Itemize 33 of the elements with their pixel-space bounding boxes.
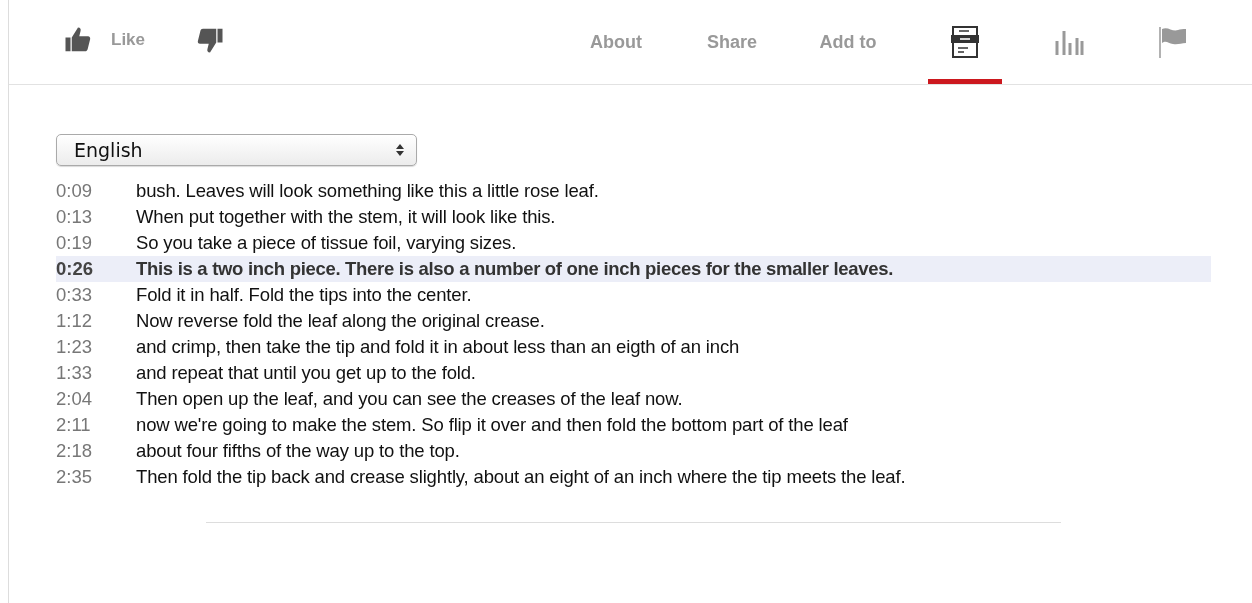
- caption-text: Now reverse fold the leaf along the original crease.: [136, 310, 545, 332]
- caption-text: When put together with the stem, it will look like this.: [136, 206, 556, 228]
- tab[interactable]: Share: [682, 0, 782, 84]
- timestamp-link[interactable]: 1:33: [56, 362, 136, 384]
- tab[interactable]: About: [566, 0, 666, 84]
- timestamp-link[interactable]: 1:23: [56, 336, 136, 358]
- timestamp-link[interactable]: 2:18: [56, 440, 136, 462]
- caption-text: Then fold the tip back and crease slightly, about an eight of an inch where the tip meets the leaf.: [136, 466, 906, 488]
- updown-caret-icon: [396, 144, 404, 156]
- timestamp-link[interactable]: 0:33: [56, 284, 136, 306]
- language-select[interactable]: English: [56, 134, 417, 166]
- caption-text: Fold it in half. Fold the tips into the center.: [136, 284, 472, 306]
- timestamp-link[interactable]: 0:19: [56, 232, 136, 254]
- like-button[interactable]: Like: [63, 25, 146, 55]
- bar-chart-icon: [1054, 29, 1084, 55]
- timestamp-link[interactable]: 2:11: [56, 414, 136, 436]
- caption-text: now we're going to make the stem. So flip it over and then fold the bottom part of the leaf: [136, 414, 848, 436]
- caption-text: This is a two inch piece. There is also a number of one inch pieces for the smaller leaves.: [136, 258, 894, 280]
- timestamp-link[interactable]: 0:13: [56, 206, 136, 228]
- caption-text: Then open up the leaf, and you can see the creases of the leaf now.: [136, 388, 683, 410]
- timestamp-link[interactable]: 2:35: [56, 466, 136, 488]
- transcript-icon: [950, 25, 980, 59]
- timestamp-link[interactable]: 0:26: [56, 258, 136, 280]
- timestamp-link[interactable]: 1:12: [56, 310, 136, 332]
- tab[interactable]: Add to: [798, 0, 898, 84]
- timestamp-link[interactable]: 0:09: [56, 180, 136, 202]
- timestamp-link[interactable]: 2:04: [56, 388, 136, 410]
- caption-text: about four fifths of the way up to the top.: [136, 440, 460, 462]
- caption-text: and crimp, then take the tip and fold it in about less than an eigth of an inch: [136, 336, 740, 358]
- caption-text: and repeat that until you get up to the fold.: [136, 362, 476, 384]
- caption-text: So you take a piece of tissue foil, varying sizes.: [136, 232, 517, 254]
- caption-text: bush. Leaves will look something like this a little rose leaf.: [136, 180, 599, 202]
- flag-icon: [1158, 26, 1188, 58]
